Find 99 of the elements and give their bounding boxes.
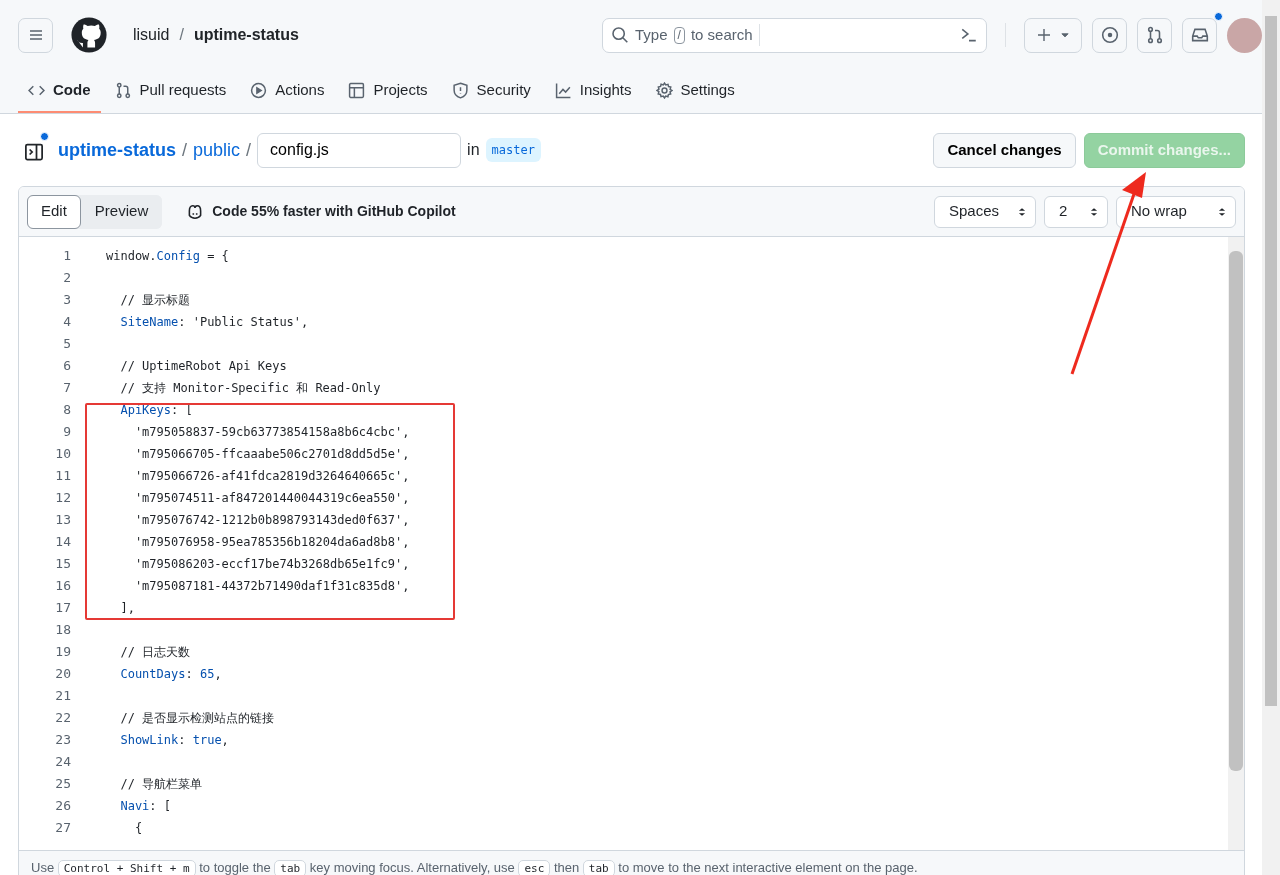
caret-icon (1060, 30, 1070, 40)
search-field[interactable]: Type / to search (602, 17, 987, 53)
line-number: 26 (54, 797, 71, 815)
create-new-button[interactable] (1024, 17, 1082, 53)
menu-icon (27, 27, 44, 43)
line-number: 23 (54, 731, 71, 749)
code-line: SiteName: 'Public Status', (119, 314, 309, 331)
repo-tab[interactable]: Pull requests (104, 70, 237, 113)
line-number: 18 (54, 621, 71, 639)
code-line: // 是否显示检测站点的链接 (119, 710, 275, 727)
code-line: CountDays: 65, (119, 666, 222, 683)
line-number: 15 (54, 555, 71, 573)
line-number: 8 (62, 401, 71, 419)
repo-tab[interactable]: Actions (240, 70, 335, 113)
branch-merge-icon (1145, 26, 1164, 44)
pull-requests-button[interactable] (1137, 17, 1172, 53)
line-number: 13 (54, 511, 71, 529)
code-line: // UptimeRobot Api Keys (119, 358, 287, 375)
owner-link[interactable]: lisuid (133, 23, 170, 47)
repo-tab[interactable]: Settings (645, 70, 745, 113)
code-line: ShowLink: true, (119, 732, 229, 749)
code-line: { (133, 820, 143, 837)
line-number: 21 (54, 687, 71, 705)
code-line: 'm795066726-af41fdca2819d3264640665c', (133, 468, 410, 485)
cat-logo-icon[interactable] (71, 17, 107, 53)
line-number: 9 (62, 423, 71, 441)
line-number: 16 (54, 577, 71, 595)
repo-link[interactable]: uptime-status (193, 23, 299, 47)
line-number: 19 (54, 643, 71, 661)
path-separator: / (246, 138, 252, 162)
line-number: 7 (62, 379, 71, 397)
code-line: 'm795076742-1212b0b898793143ded0f637', (133, 512, 410, 529)
table-icon (348, 82, 366, 99)
code-line: // 日志天数 (119, 644, 191, 661)
code-line: 'm795086203-eccf17be74b3268db65e1fc9', (133, 556, 410, 573)
repo-link[interactable]: uptime-status (58, 136, 176, 164)
cancel-changes-button[interactable]: Cancel changes (933, 132, 1076, 168)
code-line: 'm795074511-af847201440044319c6ea550', (133, 490, 410, 507)
scrollbar-thumb[interactable] (1229, 251, 1243, 771)
line-number: 14 (54, 533, 71, 551)
branch-label: master (485, 138, 541, 162)
line-number: 1 (62, 247, 71, 265)
code-line: // 显示标题 (119, 292, 191, 309)
copilot-promo: Code 55% faster with GitHub Copilot (212, 202, 456, 221)
code-line: 'm795087181-44372b71490daf1f31c835d8', (133, 578, 410, 595)
settings-icon (655, 82, 673, 99)
code-line: 'm795076958-95ea785356b18204da6ad8b8', (133, 534, 410, 551)
wrap-mode-select[interactable]: No wrap (1116, 195, 1236, 228)
code-line: window.Config = { (105, 248, 229, 265)
terminal-icon[interactable] (960, 26, 978, 44)
code-line: // 导航栏菜单 (119, 776, 203, 793)
line-number: 5 (62, 335, 71, 353)
indent-mode-select[interactable]: Spaces (934, 195, 1036, 228)
keyboard-help-text: Use Control + Shift + m to toggle the tab key moving focus. Alternatively, use esc then tab to move to the next interactive element on the page. (31, 859, 918, 875)
line-number: 22 (54, 709, 71, 727)
breadcrumb-separator: / (179, 25, 184, 45)
line-number: 10 (54, 445, 71, 463)
page-scrollbar[interactable] (1262, 0, 1280, 875)
line-number: 3 (62, 291, 71, 309)
line-number: 24 (54, 753, 71, 771)
search-icon (611, 26, 629, 44)
filename-field[interactable]: config.js (257, 132, 462, 168)
code-line: ], (119, 600, 135, 617)
code-line: Navi: [ (119, 798, 172, 815)
repo-tab[interactable]: Projects (338, 70, 438, 113)
inbox-icon (1190, 26, 1209, 44)
line-number: 27 (54, 819, 71, 837)
scrollbar-thumb[interactable] (1265, 16, 1277, 706)
plus-icon (1036, 27, 1052, 43)
avatar[interactable] (1227, 17, 1262, 53)
line-number: 12 (54, 489, 71, 507)
code-line: 'm795058837-59cb63773854158a8b6c4cbc', (133, 424, 410, 441)
path-separator: / (182, 138, 188, 162)
line-number: 6 (62, 357, 71, 375)
line-graph-icon (554, 82, 572, 99)
sidebar-icon (24, 141, 44, 162)
menu-button[interactable] (18, 17, 53, 53)
line-number: 17 (54, 599, 71, 617)
code-line: // 支持 Monitor-Specific 和 Read-Only (119, 380, 381, 397)
shield-icon (451, 82, 469, 99)
inbox-button[interactable] (1182, 17, 1217, 53)
indent-size-select[interactable]: 2 (1044, 195, 1108, 228)
line-number: 2 (62, 269, 71, 287)
repo-tab[interactable]: Code (18, 70, 101, 113)
play-circle-icon (250, 82, 268, 99)
line-number: 25 (54, 775, 71, 793)
dot-circle-icon (1100, 26, 1119, 44)
repo-tab[interactable]: Insights (544, 70, 642, 113)
line-number: 11 (54, 467, 71, 485)
issues-button[interactable] (1092, 17, 1127, 53)
branch-merge-icon (114, 82, 132, 99)
in-label: in (467, 140, 480, 160)
scrollbar[interactable] (1228, 237, 1244, 850)
repo-tab[interactable]: Security (441, 70, 541, 113)
edit-tab[interactable]: Edit (27, 194, 81, 229)
line-number: 4 (62, 313, 71, 331)
folder-link[interactable]: public (193, 136, 241, 164)
code-line: 'm795066705-ffcaaabe506c2701d8dd5d5e', (133, 446, 410, 463)
line-number: 20 (54, 665, 71, 683)
